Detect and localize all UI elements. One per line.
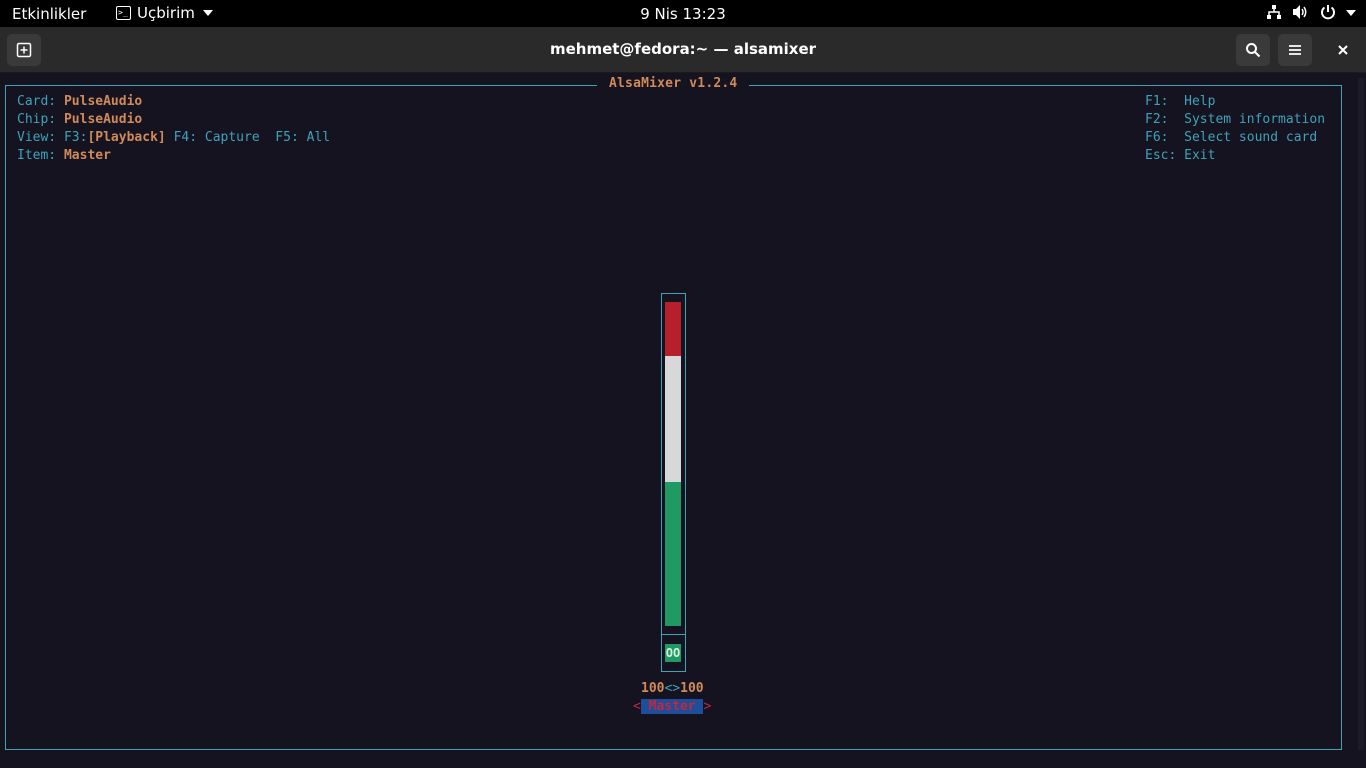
help-desc: System information: [1184, 112, 1326, 127]
card-line: Card: PulseAudio: [17, 93, 142, 111]
view-playback[interactable]: [Playback]: [87, 130, 165, 145]
system-tray[interactable]: [1266, 4, 1356, 20]
help-f2[interactable]: F2: System information: [1145, 111, 1325, 129]
gnome-top-bar: Etkinlikler >_ Uçbirim 9 Nis 13:23: [0, 0, 1366, 27]
view-capture-all[interactable]: F4: Capture F5: All: [174, 130, 331, 145]
chevron-down-icon: [202, 10, 213, 16]
volume-bar[interactable]: [665, 302, 681, 626]
terminal-icon: >_: [116, 6, 131, 20]
close-button[interactable]: [1326, 34, 1360, 66]
close-icon: [1338, 45, 1348, 55]
app-menu-label: Uçbirim: [137, 4, 195, 22]
right-volume: 100: [680, 681, 704, 696]
help-key: F6:: [1145, 130, 1169, 145]
search-button[interactable]: [1236, 34, 1270, 66]
control-separator: [662, 634, 685, 635]
chip-value: PulseAudio: [63, 112, 143, 127]
volume-separator: <>: [664, 681, 681, 696]
alsamixer-title: AlsaMixer v1.2.4: [597, 76, 750, 91]
card-label: Card:: [17, 94, 57, 109]
left-volume: 100: [641, 681, 665, 696]
volume-bar-red: [665, 302, 681, 356]
help-key: Esc:: [1145, 148, 1177, 163]
help-f1[interactable]: F1: Help: [1145, 93, 1215, 111]
mute-toggle[interactable]: OO: [665, 644, 681, 662]
terminal-content[interactable]: AlsaMixer v1.2.4 Card: PulseAudio Chip: …: [0, 74, 1366, 768]
window-title: mehmet@fedora:~ — alsamixer: [549, 40, 817, 58]
control-name[interactable]: < Master >: [633, 698, 711, 716]
item-line: Item: Master: [17, 147, 111, 165]
help-desc: Select sound card: [1184, 130, 1318, 145]
item-label: Item:: [17, 148, 57, 163]
network-icon[interactable]: [1266, 4, 1282, 20]
view-line: View: F3:[Playback] F4: Capture F5: All: [17, 129, 330, 147]
help-desc: Exit: [1184, 148, 1216, 163]
chip-label: Chip:: [17, 112, 57, 127]
help-key: F1:: [1145, 94, 1169, 109]
chip-line: Chip: PulseAudio: [17, 111, 142, 129]
clock[interactable]: 9 Nis 13:23: [640, 5, 726, 23]
terminal-scrollbar[interactable]: [1356, 74, 1366, 768]
help-esc[interactable]: Esc: Exit: [1145, 147, 1215, 165]
arrow-left-icon: <: [633, 699, 641, 714]
item-value: Master: [63, 148, 111, 163]
card-value: PulseAudio: [63, 94, 143, 109]
menu-button[interactable]: [1278, 34, 1312, 66]
activities-button[interactable]: Etkinlikler: [12, 5, 86, 23]
volume-bar-white: [665, 356, 681, 482]
search-icon: [1246, 43, 1261, 58]
volume-icon[interactable]: [1292, 4, 1310, 20]
help-f6[interactable]: F6: Select sound card: [1145, 129, 1317, 147]
arrow-right-icon: >: [703, 699, 712, 714]
help-key: F2:: [1145, 112, 1169, 127]
chevron-down-icon[interactable]: [1346, 4, 1356, 20]
control-label: Master: [648, 699, 696, 714]
view-f3-key[interactable]: F3:: [64, 130, 87, 145]
header-bar: mehmet@fedora:~ — alsamixer: [0, 27, 1366, 73]
app-menu[interactable]: >_ Uçbirim: [116, 4, 213, 22]
volume-bar-green: [665, 482, 681, 626]
help-desc: Help: [1184, 94, 1216, 109]
view-label: View:: [17, 130, 57, 145]
menu-icon: [1289, 45, 1301, 55]
terminal-window: mehmet@fedora:~ — alsamixer AlsaMixer v1…: [0, 27, 1366, 768]
volume-readout: 100<>100: [641, 680, 704, 698]
power-icon[interactable]: [1320, 4, 1336, 20]
